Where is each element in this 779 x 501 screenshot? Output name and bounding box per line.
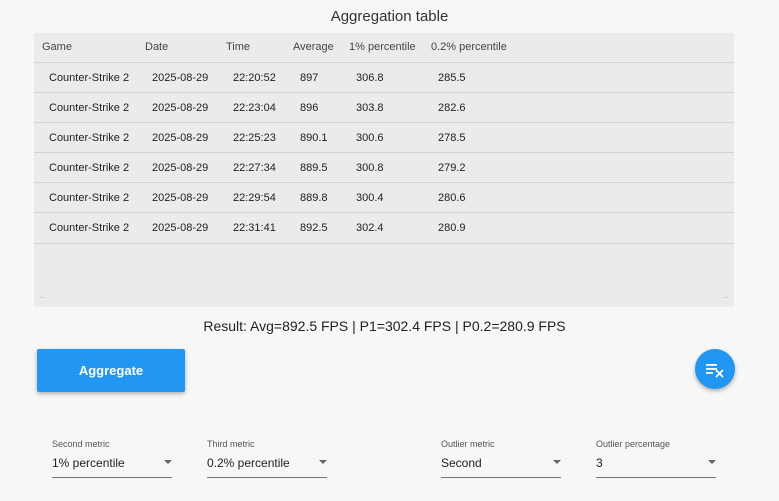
cell-time: 22:27:34 bbox=[233, 162, 276, 174]
column-header-time[interactable]: Time bbox=[226, 41, 250, 53]
column-header-date[interactable]: Date bbox=[145, 41, 168, 53]
cell-date: 2025-08-29 bbox=[152, 72, 209, 84]
table-row[interactable]: Counter-Strike 2 2025-08-29 22:20:52 897… bbox=[34, 62, 734, 93]
cell-game: Counter-Strike 2 bbox=[49, 162, 130, 174]
cell-game: Counter-Strike 2 bbox=[49, 132, 130, 144]
cell-time: 22:25:23 bbox=[233, 132, 276, 144]
cell-time: 22:20:52 bbox=[233, 72, 276, 84]
third-metric-select[interactable]: Third metric 0.2% percentile bbox=[207, 437, 327, 478]
cell-p02: 279.2 bbox=[438, 162, 466, 174]
chevron-down-icon bbox=[319, 460, 327, 464]
cell-p02: 278.5 bbox=[438, 132, 466, 144]
table-row[interactable]: Counter-Strike 2 2025-08-29 22:25:23 890… bbox=[34, 122, 734, 153]
cell-average: 890.1 bbox=[300, 132, 328, 144]
cell-p02: 285.5 bbox=[438, 72, 466, 84]
table-row[interactable]: Counter-Strike 2 2025-08-29 22:29:54 889… bbox=[34, 182, 734, 213]
cell-average: 889.5 bbox=[300, 162, 328, 174]
cell-p1: 302.4 bbox=[356, 222, 384, 234]
second-metric-label: Second metric bbox=[52, 439, 110, 449]
aggregation-table: Game Date Time Average 1% percentile 0.2… bbox=[34, 33, 734, 307]
cell-p1: 303.8 bbox=[356, 102, 384, 114]
second-metric-select[interactable]: Second metric 1% percentile bbox=[52, 437, 172, 478]
cell-time: 22:23:04 bbox=[233, 102, 276, 114]
chevron-down-icon bbox=[164, 460, 172, 464]
aggregate-button[interactable]: Aggregate bbox=[37, 349, 185, 392]
cell-p1: 306.8 bbox=[356, 72, 384, 84]
outlier-metric-select[interactable]: Outlier metric Second bbox=[441, 437, 561, 478]
cell-p1: 300.8 bbox=[356, 162, 384, 174]
cell-date: 2025-08-29 bbox=[152, 162, 209, 174]
column-header-game[interactable]: Game bbox=[42, 41, 72, 53]
cell-game: Counter-Strike 2 bbox=[49, 222, 130, 234]
cell-date: 2025-08-29 bbox=[152, 222, 209, 234]
table-header: Game Date Time Average 1% percentile 0.2… bbox=[34, 33, 734, 62]
cell-date: 2025-08-29 bbox=[152, 132, 209, 144]
cell-game: Counter-Strike 2 bbox=[49, 192, 130, 204]
cell-time: 22:31:41 bbox=[233, 222, 276, 234]
outlier-percentage-value: 3 bbox=[596, 456, 603, 470]
cell-p02: 280.9 bbox=[438, 222, 466, 234]
cell-average: 896 bbox=[300, 102, 319, 114]
chevron-down-icon bbox=[553, 460, 561, 464]
third-metric-value: 0.2% percentile bbox=[207, 456, 290, 470]
column-header-p1[interactable]: 1% percentile bbox=[349, 41, 416, 53]
arrow-right-icon[interactable]: → bbox=[720, 291, 730, 302]
cell-game: Counter-Strike 2 bbox=[49, 72, 130, 84]
cell-p1: 300.4 bbox=[356, 192, 384, 204]
cell-p02: 280.6 bbox=[438, 192, 466, 204]
cell-average: 892.5 bbox=[300, 222, 328, 234]
chevron-down-icon bbox=[708, 460, 716, 464]
cell-p02: 282.6 bbox=[438, 102, 466, 114]
cell-time: 22:29:54 bbox=[233, 192, 276, 204]
column-header-average[interactable]: Average bbox=[293, 41, 334, 53]
outlier-percentage-select[interactable]: Outlier percentage 3 bbox=[596, 437, 716, 478]
cell-date: 2025-08-29 bbox=[152, 192, 209, 204]
column-header-p02[interactable]: 0.2% percentile bbox=[431, 41, 507, 53]
outlier-percentage-label: Outlier percentage bbox=[596, 439, 671, 449]
clear-list-icon bbox=[706, 364, 724, 378]
clear-list-button[interactable] bbox=[695, 349, 735, 389]
outlier-metric-label: Outlier metric bbox=[441, 439, 495, 449]
cell-average: 889.8 bbox=[300, 192, 328, 204]
second-metric-value: 1% percentile bbox=[52, 456, 125, 470]
page-title: Aggregation table bbox=[330, 8, 449, 25]
arrow-left-icon[interactable]: ← bbox=[38, 291, 48, 302]
table-row[interactable]: Counter-Strike 2 2025-08-29 22:27:34 889… bbox=[34, 152, 734, 183]
outlier-metric-value: Second bbox=[441, 456, 482, 470]
result-text: Result: Avg=892.5 FPS | P1=302.4 FPS | P… bbox=[203, 318, 566, 334]
cell-p1: 300.6 bbox=[356, 132, 384, 144]
table-row[interactable]: Counter-Strike 2 2025-08-29 22:31:41 892… bbox=[34, 212, 734, 244]
third-metric-label: Third metric bbox=[207, 439, 255, 449]
table-row[interactable]: Counter-Strike 2 2025-08-29 22:23:04 896… bbox=[34, 92, 734, 123]
cell-game: Counter-Strike 2 bbox=[49, 102, 130, 114]
cell-average: 897 bbox=[300, 72, 319, 84]
cell-date: 2025-08-29 bbox=[152, 102, 209, 114]
